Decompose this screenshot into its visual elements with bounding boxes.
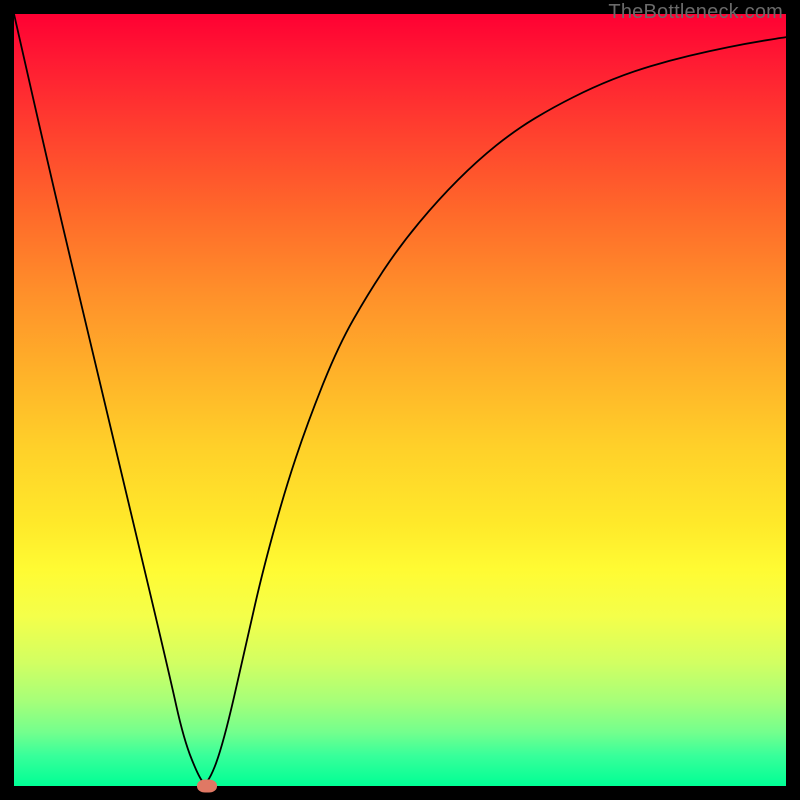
watermark: TheBottleneck.com xyxy=(608,1,783,24)
optimal-point-marker xyxy=(197,780,217,793)
chart-frame xyxy=(14,14,786,786)
bottleneck-curve xyxy=(14,14,786,786)
